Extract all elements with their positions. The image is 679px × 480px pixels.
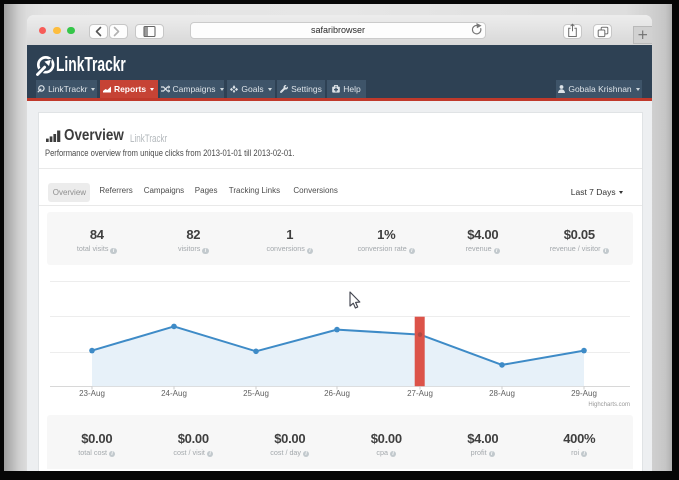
svg-text:27-Aug: 27-Aug	[407, 389, 433, 398]
svg-text:26-Aug: 26-Aug	[324, 389, 350, 398]
svg-text:24-Aug: 24-Aug	[161, 389, 187, 398]
svg-text:29-Aug: 29-Aug	[571, 389, 597, 398]
svg-text:25-Aug: 25-Aug	[243, 389, 269, 398]
svg-text:28-Aug: 28-Aug	[489, 389, 515, 398]
svg-text:23-Aug: 23-Aug	[79, 389, 105, 398]
